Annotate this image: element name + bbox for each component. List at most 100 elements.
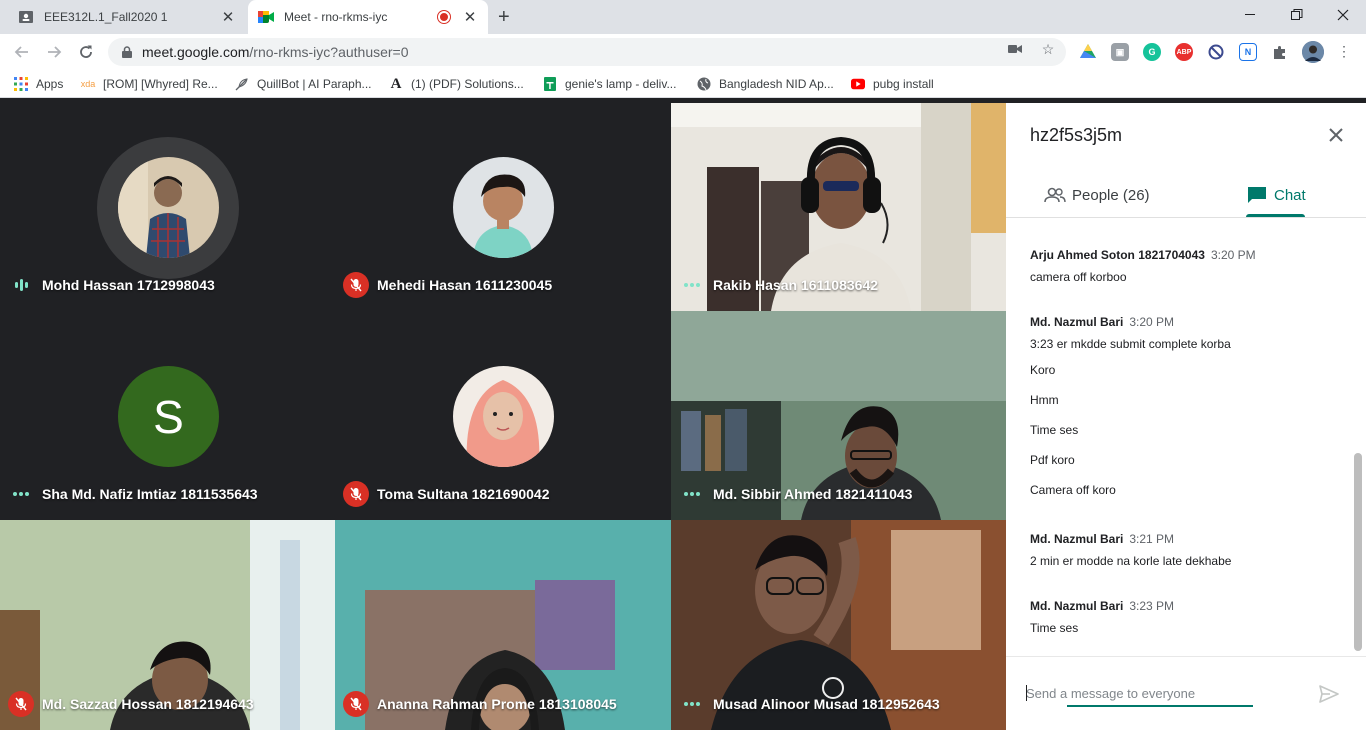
mic-off-icon	[8, 691, 34, 717]
adblock-icon[interactable]: ABP	[1175, 43, 1193, 61]
globe-icon	[697, 77, 711, 91]
tab-people[interactable]: People (26)	[1044, 175, 1150, 215]
participant-tile[interactable]: Musad Alinoor Musad 1812952643	[671, 520, 1006, 730]
bookmark-apps[interactable]: Apps	[14, 75, 63, 93]
youtube-icon	[851, 77, 865, 91]
bookmarks-bar: Apps xda [ROM] [Whyred] Re... QuillBot |…	[0, 70, 1366, 98]
message-text: 2 min er modde na korle late dekhabe	[1030, 554, 1232, 568]
text-cursor	[1026, 685, 1027, 701]
participant-name: Mohd Hassan 1712998043	[42, 277, 215, 293]
mic-off-icon	[343, 481, 369, 507]
participant-tile[interactable]: Ananna Rahman Prome 1813108045	[335, 520, 671, 730]
bookmark-xda[interactable]: xda [ROM] [Whyred] Re...	[81, 75, 218, 93]
camera-in-use-icon[interactable]	[1007, 41, 1023, 57]
block-icon[interactable]	[1207, 43, 1225, 61]
tab-meet[interactable]: Meet - rno-rkms-iyc ✕	[248, 0, 488, 34]
lock-icon[interactable]	[120, 45, 134, 59]
bookmark-pdf-solutions[interactable]: A (1) (PDF) Solutions...	[389, 75, 524, 93]
message-time: 3:23 PM	[1129, 599, 1175, 613]
meet-video-grid: Mohd Hassan 1712998043 Mehedi Hasan 1611…	[0, 103, 1006, 730]
message-text: Time ses	[1030, 621, 1079, 635]
bookmark-nid[interactable]: Bangladesh NID Ap...	[697, 75, 834, 93]
minimize-button[interactable]	[1228, 0, 1274, 30]
chrome-menu-icon[interactable]: ⋮	[1336, 43, 1352, 59]
forward-button[interactable]	[44, 42, 64, 62]
participant-tile[interactable]: Mohd Hassan 1712998043	[0, 103, 335, 311]
chat-scrollbar[interactable]	[1354, 453, 1362, 651]
sheet-icon	[543, 77, 557, 91]
input-underline	[1067, 705, 1253, 707]
close-tab-icon[interactable]: ✕	[462, 8, 478, 26]
chat-message: Md. Nazmul Bari 3:23 PM Time ses	[1030, 597, 1174, 635]
participant-name-row: Rakib Hasan 1611083642	[671, 273, 878, 297]
participant-tile[interactable]: Toma Sultana 1821690042	[335, 311, 671, 520]
participant-name: Toma Sultana 1821690042	[377, 486, 550, 502]
chat-message-input[interactable]	[1026, 683, 1252, 703]
drive-ext-icon[interactable]	[1079, 43, 1097, 61]
letter-avatar: S	[118, 366, 219, 467]
tab-classroom[interactable]: EEE312L.1_Fall2020 1 ✕	[8, 0, 246, 34]
bookmark-pubg[interactable]: pubg install	[851, 75, 934, 93]
meeting-details-panel: hz2f5s3j5m People (26) Chat Arju Ahmed S…	[1006, 103, 1366, 730]
participant-name-row: Toma Sultana 1821690042	[335, 481, 550, 507]
send-icon[interactable]	[1318, 683, 1340, 705]
participant-tile[interactable]: Md. Sazzad Hossan 1812194643	[0, 520, 335, 730]
bookmark-star-icon[interactable]: ☆	[1040, 41, 1056, 57]
message-sender: Md. Nazmul Bari	[1030, 315, 1124, 329]
participant-tile[interactable]: Md. Sibbir Ahmed 1821411043	[671, 311, 1006, 520]
message-text: Koro	[1030, 363, 1056, 377]
bookmark-quillbot[interactable]: QuillBot | AI Paraph...	[235, 75, 372, 93]
chat-icon	[1246, 184, 1268, 206]
onenote-icon[interactable]: N	[1239, 43, 1257, 61]
participant-name-row: Ananna Rahman Prome 1813108045	[335, 691, 617, 717]
participant-name-row: Mehedi Hasan 1611230045	[335, 272, 553, 298]
participant-name: Ananna Rahman Prome 1813108045	[377, 696, 617, 712]
apps-grid-icon	[14, 77, 28, 91]
profile-avatar[interactable]	[1302, 41, 1324, 63]
participant-name: Rakib Hasan 1611083642	[713, 277, 879, 293]
grammarly-icon[interactable]: G	[1143, 43, 1161, 61]
photo-ext-icon[interactable]: ▣	[1111, 43, 1129, 61]
feather-icon	[235, 77, 249, 91]
message-text: Time ses	[1030, 423, 1079, 437]
participant-tile[interactable]: S Sha Md. Nafiz Imtiaz 1811535643	[0, 311, 335, 520]
close-tab-icon[interactable]: ✕	[220, 8, 236, 26]
avatar	[453, 366, 554, 467]
classroom-icon	[18, 9, 34, 25]
new-tab-button[interactable]: +	[498, 7, 510, 27]
tab-chat[interactable]: Chat	[1246, 175, 1306, 215]
participant-name: Mehedi Hasan 1611230045	[377, 277, 553, 293]
participant-tile[interactable]: Rakib Hasan 1611083642	[671, 103, 1006, 311]
chat-message: Md. Nazmul Bari 3:20 PM 3:23 er mkdde sub…	[1030, 313, 1231, 351]
participant-name: Md. Sibbir Ahmed 1821411043	[713, 486, 913, 502]
mic-off-icon	[343, 272, 369, 298]
tab-title: EEE312L.1_Fall2020 1	[44, 10, 168, 24]
restore-button[interactable]	[1274, 0, 1320, 30]
participant-name: Md. Sazzad Hossan 1812194643	[42, 696, 254, 712]
participant-name-row: Mohd Hassan 1712998043	[0, 273, 215, 297]
message-text: Hmm	[1030, 393, 1059, 407]
participant-name: Sha Md. Nafiz Imtiaz 1811535643	[42, 486, 258, 502]
browser-toolbar: meet.google.com/rno-rkms-iyc?authuser=0 …	[0, 34, 1366, 70]
participant-tile[interactable]: Mehedi Hasan 1611230045	[335, 103, 671, 311]
more-options-dots-icon	[8, 482, 34, 506]
close-window-button[interactable]	[1320, 0, 1366, 30]
xda-icon: xda	[80, 79, 96, 89]
recording-indicator-icon	[438, 11, 450, 23]
participant-name-row: Md. Sazzad Hossan 1812194643	[0, 691, 254, 717]
chat-message: Arju Ahmed Soton 1821704043 3:20 PM camer…	[1030, 246, 1256, 284]
tab-people-label: People (26)	[1072, 186, 1150, 204]
mic-off-icon	[343, 691, 369, 717]
message-time: 3:20 PM	[1210, 248, 1256, 262]
address-bar[interactable]: meet.google.com/rno-rkms-iyc?authuser=0	[108, 38, 1066, 66]
bookmark-genies-lamp[interactable]: genie's lamp - deliv...	[543, 75, 676, 93]
reload-button[interactable]	[76, 42, 96, 62]
browser-tab-strip: EEE312L.1_Fall2020 1 ✕ Meet - rno-rkms-i…	[0, 0, 1366, 34]
message-time: 3:21 PM	[1129, 532, 1175, 546]
message-time: 3:20 PM	[1129, 315, 1175, 329]
message-text: Pdf koro	[1030, 453, 1075, 467]
puzzle-icon[interactable]	[1271, 43, 1289, 61]
close-panel-icon[interactable]	[1324, 123, 1348, 147]
meet-icon	[258, 9, 274, 25]
back-button[interactable]	[12, 42, 32, 62]
